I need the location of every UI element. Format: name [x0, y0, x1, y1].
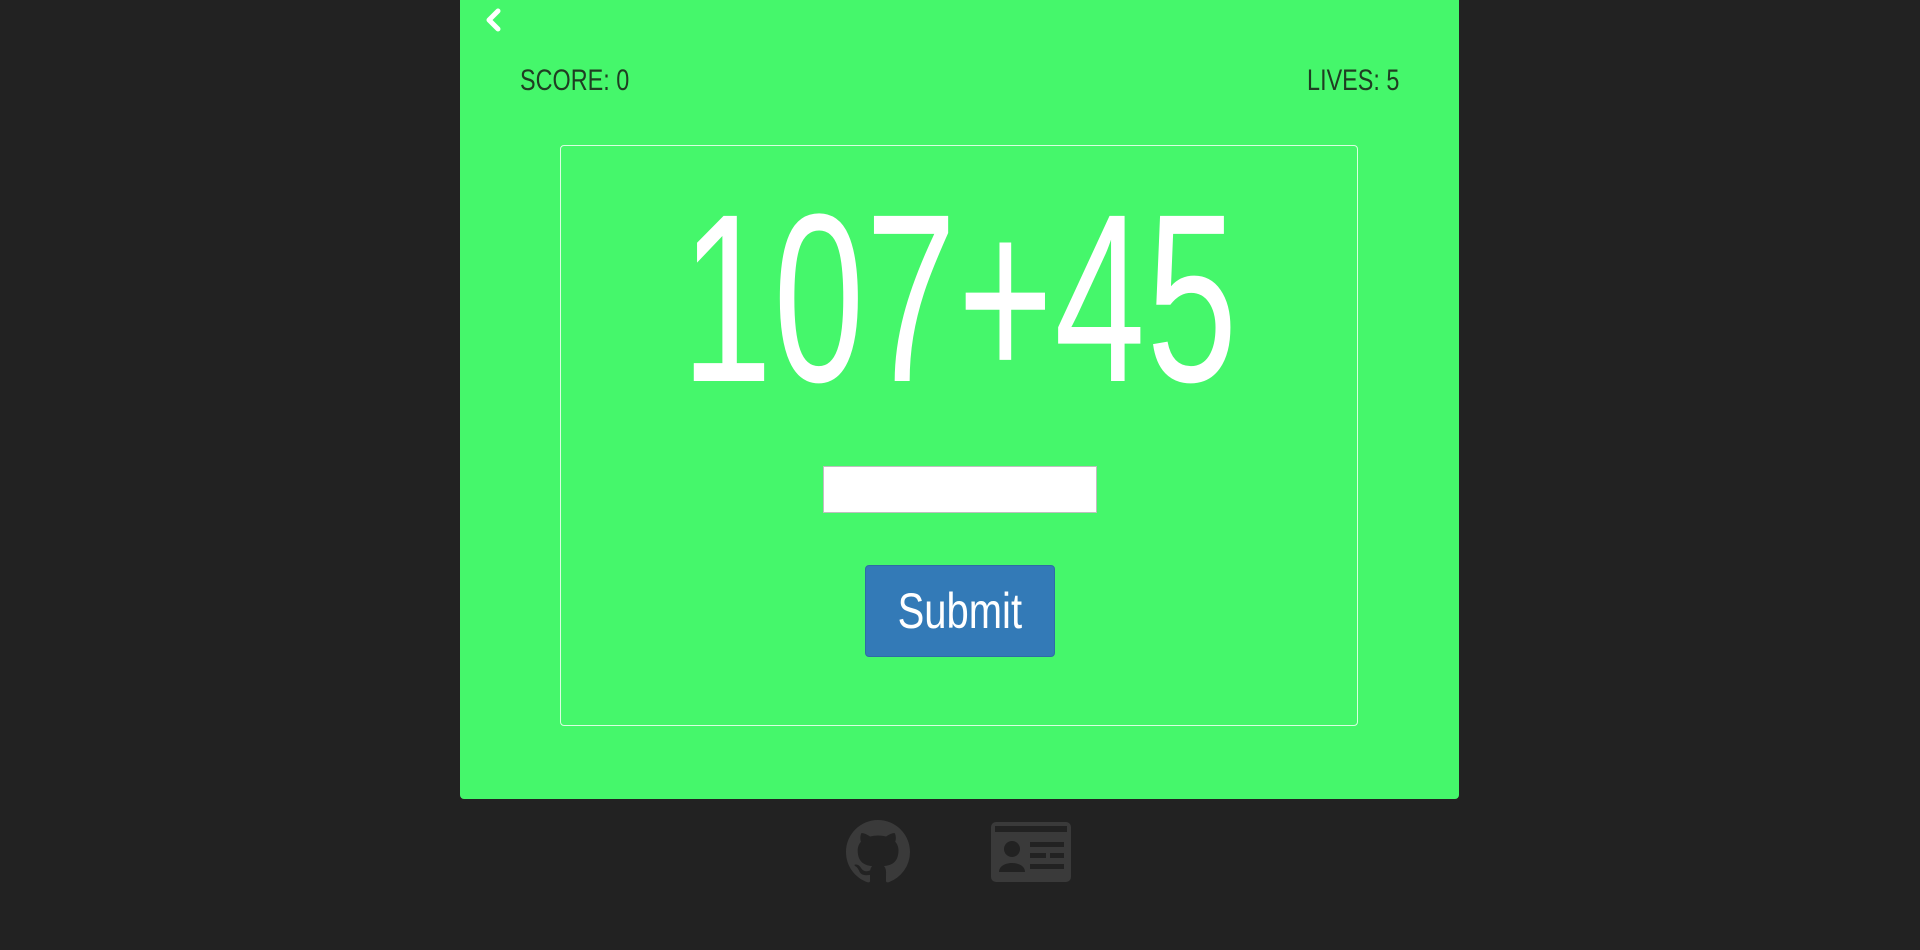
- contact-card-link[interactable]: [990, 820, 1072, 884]
- github-link[interactable]: [846, 820, 910, 884]
- chevron-left-icon: [486, 8, 501, 32]
- math-problem: 107+45: [681, 164, 1239, 432]
- lives-label: LIVES: 5: [1306, 64, 1399, 97]
- submit-button[interactable]: Submit: [865, 565, 1055, 657]
- answer-input[interactable]: [823, 466, 1097, 513]
- id-card-icon: [991, 822, 1071, 882]
- github-icon: [846, 820, 910, 883]
- back-button[interactable]: [480, 6, 510, 36]
- score-label: SCORE: 0: [520, 64, 630, 97]
- submit-button-label: Submit: [897, 583, 1023, 639]
